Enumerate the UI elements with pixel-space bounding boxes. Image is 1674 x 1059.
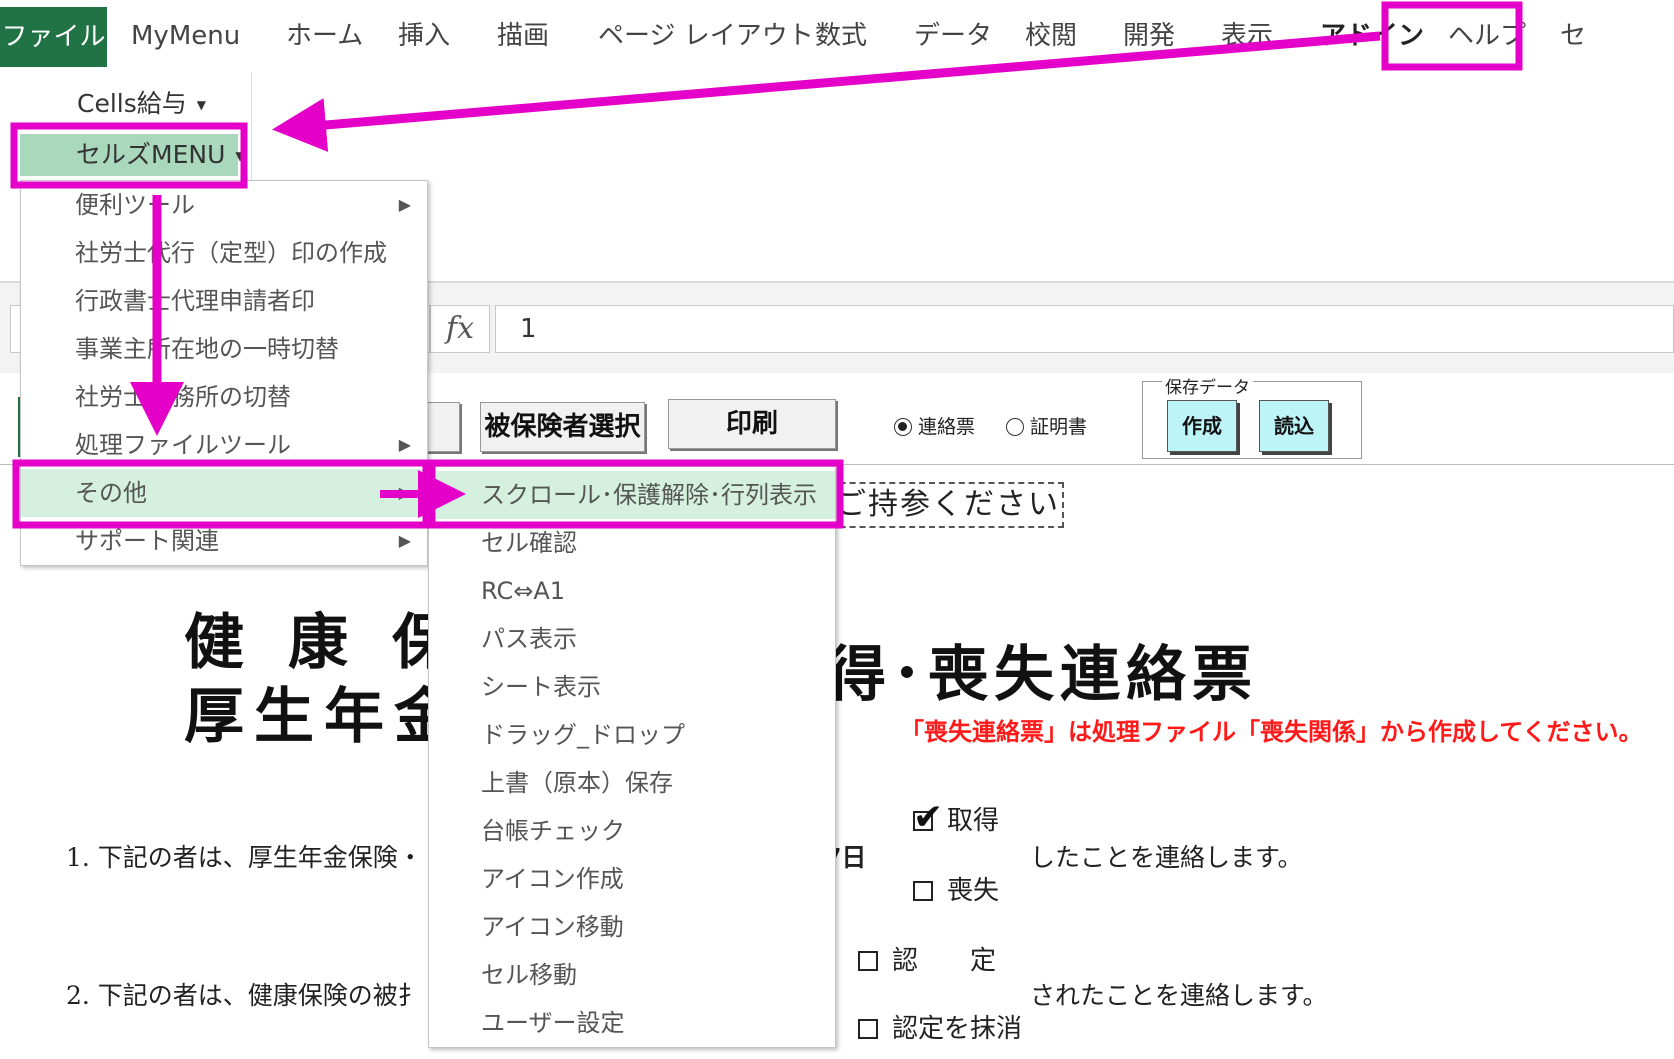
ribbon-tab-bar: ファイル MyMenu ホーム 挿入 描画 ページ レイアウト 数式 データ 校… [0,0,1674,67]
submenu-item-ledger-check[interactable]: 台帳チェック [429,807,835,855]
menu-item-office-switch[interactable]: 社労士事務所の切替 [21,373,427,421]
cells-menu-button[interactable]: セルズMENU ▼ [20,134,245,176]
statement-line1-tail: したことを連絡します。 [1030,843,1303,872]
tab-overflow[interactable]: セ [1560,18,1586,54]
submenu-item-icon-create[interactable]: アイコン作成 [429,855,835,903]
checkbox-soshitsu[interactable]: 喪失 [913,870,999,907]
checkbox-checked-icon [913,797,943,838]
chevron-down-icon: ▼ [235,149,245,163]
menu-item-support[interactable]: サポート関連 ▶ [21,517,427,565]
menu-item-label: サポート関連 [75,527,219,555]
checkbox-shutoku[interactable]: 取得 [913,797,1000,838]
tab-insert[interactable]: 挿入 [398,18,450,54]
tab-view[interactable]: 表示 [1221,18,1273,54]
chevron-down-icon: ▼ [196,98,206,112]
form-title-right: 得･喪失連絡票 [826,640,1258,710]
checkbox-massho-label: 認定を抹消 [892,1014,1023,1044]
menu-item-label: 行政書士代理申請者印 [75,287,315,315]
submenu-item-sheet-display[interactable]: シート表示 [429,663,835,711]
radio-renraku[interactable]: 連絡票 [894,412,975,439]
bring-note: ご持参ください [800,482,1064,528]
load-button[interactable]: 読込 [1259,400,1329,452]
checkbox-empty-icon [858,1019,878,1039]
tab-addin[interactable]: アドイン [1320,18,1424,54]
submenu-item-path-display[interactable]: パス表示 [429,615,835,663]
tab-file[interactable]: ファイル [0,7,107,67]
tab-home[interactable]: ホーム [286,18,363,54]
checkbox-empty-icon [858,951,878,971]
cells-menu-dropdown: 便利ツール ▶ 社労士代行（定型）印の作成 行政書士代理申請者印 事業主所在地の一… [20,180,428,566]
checkbox-shutoku-label: 取得 [947,806,1000,836]
submenu-item-cell-check[interactable]: セル確認 [429,519,835,567]
radio-selected-icon [894,418,912,436]
tab-review[interactable]: 校閲 [1025,18,1077,54]
chevron-right-icon: ▶ [398,195,411,214]
select-insured-button[interactable]: 被保険者選択 [480,402,645,452]
submenu-item-rc-a1[interactable]: RC⇔A1 [429,567,835,615]
chevron-right-icon: ▶ [398,531,411,550]
tab-formulas[interactable]: 数式 [815,18,867,54]
submenu-item-overwrite-save[interactable]: 上書（原本）保存 [429,759,835,807]
radio-unselected-icon [1006,418,1024,436]
cells-kyuyo-label: Cells給与 [77,89,187,118]
create-button[interactable]: 作成 [1167,400,1237,452]
menu-item-other[interactable]: その他 ▶ [21,469,427,517]
statement-line2: 2. 下記の者は、健康保険の被扌 [66,981,423,1010]
submenu-item-cell-move[interactable]: セル移動 [429,951,835,999]
checkbox-nintei[interactable]: 認 定 [858,940,996,977]
radio-shomei[interactable]: 証明書 [1006,412,1087,439]
menu-item-benri-tool[interactable]: 便利ツール ▶ [21,181,427,229]
form-title-line2: 厚生年金 [184,682,464,752]
print-button[interactable]: 印刷 [668,399,836,449]
checkbox-soshitsu-label: 喪失 [947,876,1000,906]
tab-developer[interactable]: 開発 [1123,18,1175,54]
menu-item-file-tool[interactable]: 処理ファイルツール ▶ [21,421,427,469]
statement-line2-tail: されたことを連絡します。 [1030,981,1328,1010]
formula-input[interactable]: 1 [495,305,1674,353]
tab-mymenu[interactable]: MyMenu [131,18,240,54]
cells-menu-label: セルズMENU [76,140,226,169]
menu-item-sharoshi-stamp[interactable]: 社労士代行（定型）印の作成 [21,229,427,277]
submenu-item-user-settings[interactable]: ユーザー設定 [429,999,835,1047]
submenu-item-scroll-unprotect[interactable]: スクロール･保護解除･行列表示 [429,471,835,519]
submenu-item-icon-move[interactable]: アイコン移動 [429,903,835,951]
radio-shomei-label: 証明書 [1030,416,1088,438]
cells-kyuyo-button[interactable]: Cells給与 ▼ [77,84,206,120]
tab-page-layout[interactable]: ページ レイアウト [598,18,814,54]
menu-item-address-switch[interactable]: 事業主所在地の一時切替 [21,325,427,373]
other-submenu: スクロール･保護解除･行列表示 セル確認 RC⇔A1 パス表示 シート表示 ドラ… [428,466,836,1048]
checkbox-nintei-label: 認 定 [892,946,997,976]
statement-line1: 1. 下記の者は、厚生年金保険・ [66,843,423,872]
menu-item-label: 事業主所在地の一時切替 [75,335,339,363]
menu-item-label: 社労士代行（定型）印の作成 [75,239,387,267]
red-warning-note: 「喪失連絡票」は処理ファイル「喪失関係」から作成してください。 [900,718,1643,746]
chevron-right-icon: ▶ [398,435,411,454]
radio-renraku-label: 連絡票 [918,416,976,438]
menu-item-label: 社労士事務所の切替 [75,383,291,411]
menu-item-gyoseishoshi-stamp[interactable]: 行政書士代理申請者印 [21,277,427,325]
menu-item-label: その他 [75,479,147,507]
checkbox-massho[interactable]: 認定を抹消 [858,1008,1022,1045]
saved-data-label: 保存データ [1162,373,1253,398]
tab-draw[interactable]: 描画 [497,18,549,54]
menu-item-label: 処理ファイルツール [75,431,291,459]
tab-data[interactable]: データ [914,18,992,54]
fx-icon[interactable]: fx [430,305,490,353]
submenu-item-drag-drop[interactable]: ドラッグ_ドロップ [429,711,835,759]
checkbox-empty-icon [913,881,933,901]
menu-item-label: 便利ツール [75,191,195,219]
tab-help[interactable]: ヘルプ [1448,18,1526,54]
chevron-right-icon: ▶ [398,483,411,502]
